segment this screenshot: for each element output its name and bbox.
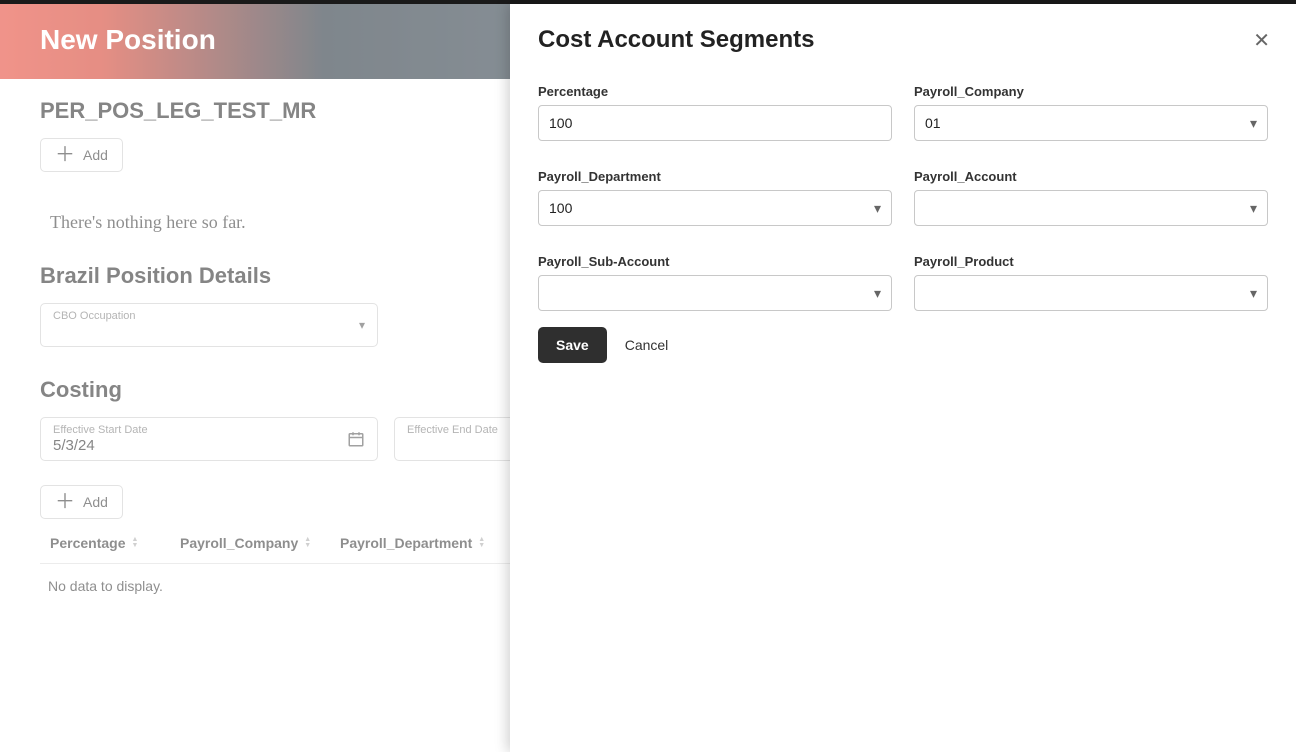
close-button[interactable]: ✕ — [1253, 28, 1270, 53]
product-field: Payroll_Product — [914, 254, 1268, 311]
col-header-percentage[interactable]: Percentage ▲▼ — [50, 535, 180, 551]
sub-account-label: Payroll_Sub-Account — [538, 254, 892, 269]
start-date-value: 5/3/24 — [53, 437, 95, 454]
cancel-button[interactable]: Cancel — [625, 337, 669, 353]
modal-title: Cost Account Segments — [538, 26, 1268, 54]
col-header-department[interactable]: Payroll_Department ▲▼ — [340, 535, 500, 551]
chevron-down-icon: ▾ — [359, 318, 365, 332]
company-select[interactable]: 01 — [914, 105, 1268, 141]
department-select[interactable]: 100 — [538, 190, 892, 226]
sort-icon: ▲▼ — [131, 537, 138, 549]
company-field: Payroll_Company 01 — [914, 84, 1268, 141]
start-date-label: Effective Start Date — [53, 424, 148, 436]
col-header-company[interactable]: Payroll_Company ▲▼ — [180, 535, 340, 551]
department-label: Payroll_Department — [538, 169, 892, 184]
product-select[interactable] — [914, 275, 1268, 311]
add-label: Add — [83, 147, 108, 163]
sub-account-field: Payroll_Sub-Account — [538, 254, 892, 311]
add-button-costing[interactable]: ＋ Add — [40, 485, 123, 519]
plus-icon: ＋ — [55, 495, 75, 509]
cbo-label: CBO Occupation — [53, 310, 136, 322]
sort-icon: ▲▼ — [478, 537, 485, 549]
page-container: New Position segment1 PER_POS_LEG_TEST_M… — [0, 4, 1296, 752]
percentage-label: Percentage — [538, 84, 892, 99]
company-label: Payroll_Company — [914, 84, 1268, 99]
save-button[interactable]: Save — [538, 327, 607, 363]
product-label: Payroll_Product — [914, 254, 1268, 269]
modal-form-grid: Percentage Payroll_Company 01 Payroll_De… — [538, 84, 1268, 311]
close-icon: ✕ — [1253, 30, 1270, 52]
sub-account-select[interactable] — [538, 275, 892, 311]
cost-account-segments-modal: Cost Account Segments ✕ Percentage Payro… — [510, 4, 1296, 752]
account-field: Payroll_Account — [914, 169, 1268, 226]
percentage-input[interactable] — [538, 105, 892, 141]
account-label: Payroll_Account — [914, 169, 1268, 184]
page-title: New Position — [40, 24, 216, 56]
add-label: Add — [83, 494, 108, 510]
account-select[interactable] — [914, 190, 1268, 226]
effective-start-date-field[interactable]: Effective Start Date 5/3/24 — [40, 417, 378, 461]
percentage-field: Percentage — [538, 84, 892, 141]
calendar-icon[interactable] — [347, 430, 365, 448]
add-button-leg[interactable]: ＋ Add — [40, 138, 123, 172]
end-date-label: Effective End Date — [407, 424, 498, 436]
plus-icon: ＋ — [55, 148, 75, 162]
cbo-occupation-field[interactable]: CBO Occupation ▾ — [40, 303, 378, 347]
department-field: Payroll_Department 100 — [538, 169, 892, 226]
sort-icon: ▲▼ — [304, 537, 311, 549]
modal-actions: Save Cancel — [538, 327, 1268, 363]
